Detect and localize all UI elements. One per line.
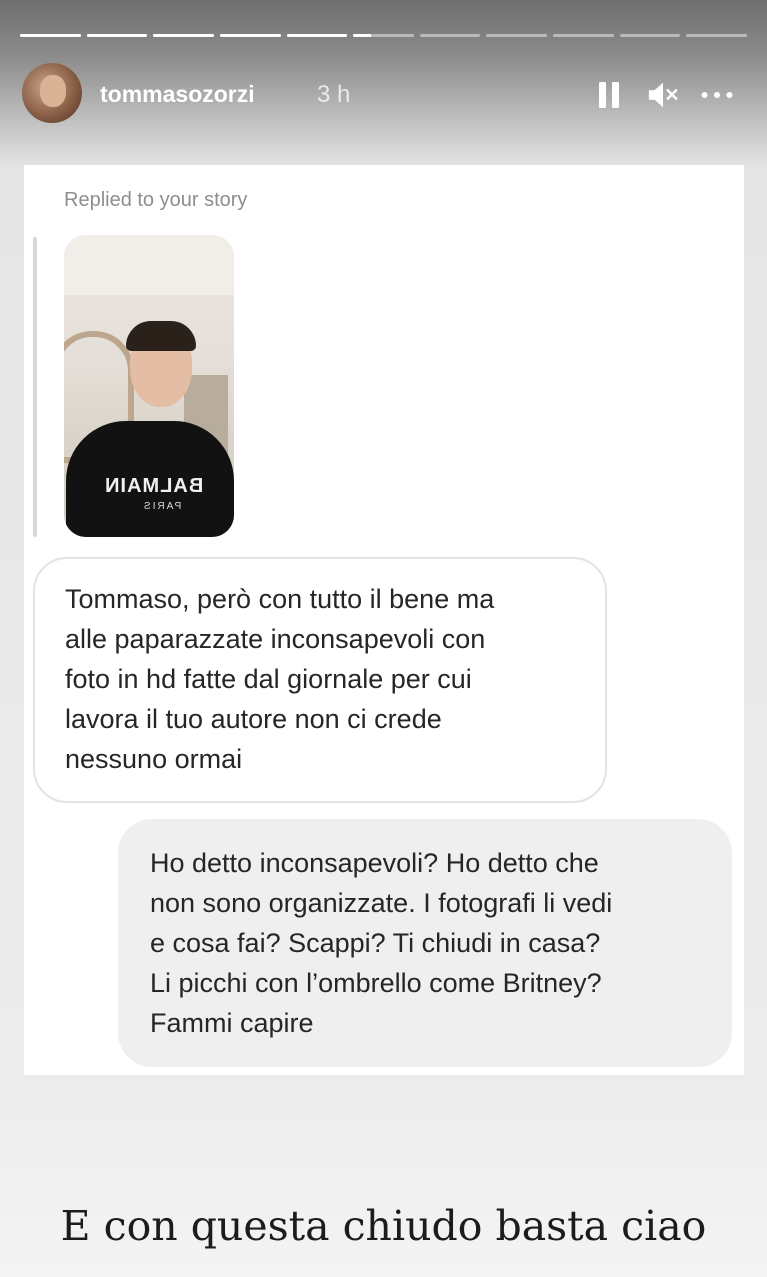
progress-segment <box>686 34 748 37</box>
progress-segment-fill <box>153 34 214 37</box>
thumbnail-shirt-sub: PARIS <box>142 501 182 512</box>
progress-segment <box>86 34 148 37</box>
progress-segment-fill <box>20 34 81 37</box>
progress-segment <box>619 34 681 37</box>
thumbnail-shirt-print: BALMAIN <box>104 475 204 497</box>
progress-segment-fill <box>353 34 372 37</box>
reply-caption: Replied to your story <box>64 189 248 211</box>
avatar-face <box>40 75 66 107</box>
reply-quote-bar <box>33 237 37 537</box>
incoming-message-text: Tommaso, però con tutto il bene ma alle … <box>65 584 495 774</box>
story-caption: E con questa chiudo basta ciao <box>60 1202 707 1250</box>
post-time: 3 h <box>317 81 351 108</box>
progress-segment <box>20 34 81 37</box>
more-icon[interactable] <box>701 79 733 111</box>
outgoing-message-text: Ho detto inconsapevoli? Ho detto che non… <box>150 848 613 1038</box>
username[interactable]: tommasozorzi <box>100 81 255 108</box>
dm-screenshot: Replied to your story BALMAIN PARIS Tomm… <box>24 165 744 1075</box>
avatar[interactable] <box>22 63 82 123</box>
thumbnail-hair <box>126 321 196 351</box>
progress-segment <box>219 34 281 37</box>
progress-segment <box>286 34 348 37</box>
progress-segment <box>486 34 548 37</box>
progress-segment <box>353 34 414 37</box>
story-thumbnail[interactable]: BALMAIN PARIS <box>64 235 234 537</box>
progress-segment-fill <box>219 34 281 37</box>
pause-icon[interactable] <box>593 79 625 111</box>
progress-segment-fill <box>86 34 148 37</box>
story-header: tommasozorzi 3 h <box>22 63 747 125</box>
story-progress-bar <box>20 34 748 38</box>
progress-segment <box>153 34 214 37</box>
thumbnail-ceiling <box>64 235 234 295</box>
progress-segment <box>419 34 481 37</box>
outgoing-message-bubble: Ho detto inconsapevoli? Ho detto che non… <box>118 819 732 1067</box>
progress-segment-fill <box>286 34 348 37</box>
incoming-message-bubble: Tommaso, però con tutto il bene ma alle … <box>33 557 607 803</box>
progress-segment <box>553 34 614 37</box>
mute-icon[interactable] <box>647 79 679 111</box>
story-controls <box>593 79 733 111</box>
